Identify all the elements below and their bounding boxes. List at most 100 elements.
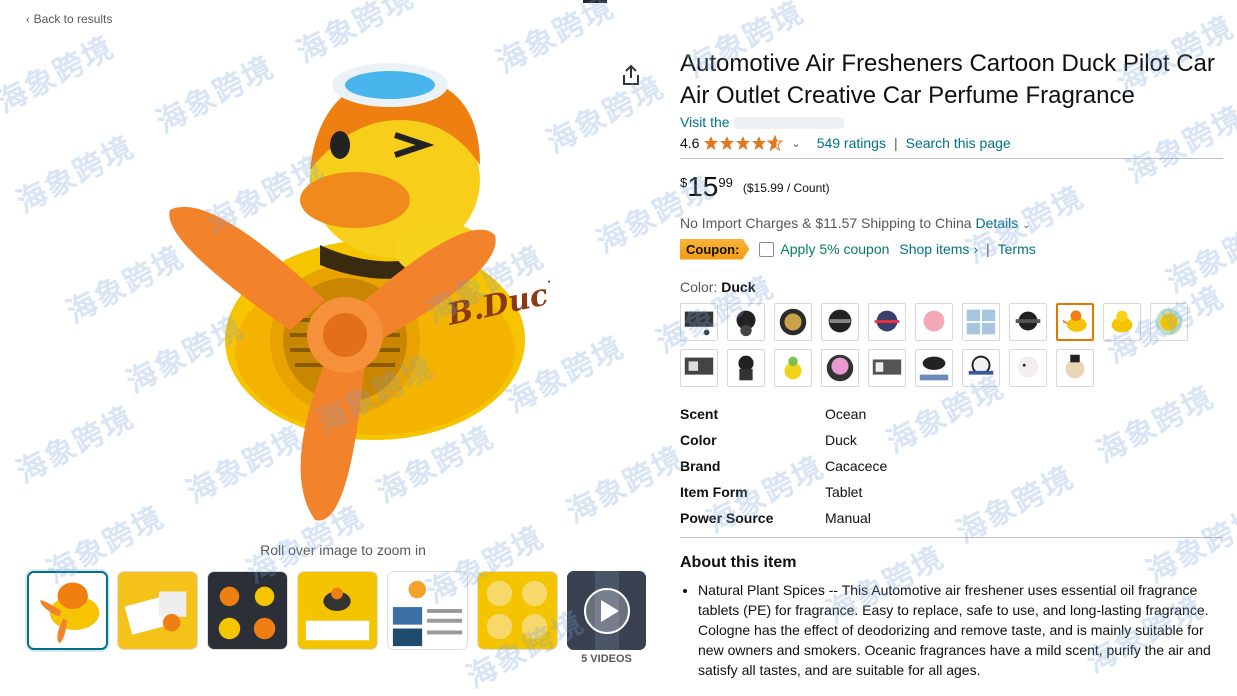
spec-key: Color [680, 432, 717, 448]
watermark: 海象跨境 [540, 69, 671, 161]
back-label: Back to results [33, 12, 113, 26]
swatch-option-selected[interactable] [1056, 303, 1094, 341]
unit-price: ($15.99 / Count) [742, 181, 830, 195]
thumbnail-strip: 5 VIDEOS [27, 571, 646, 665]
swatch-option[interactable] [774, 349, 812, 387]
spec-table: Scent Ocean Color Duck Brand Cacacece Item … [680, 401, 1223, 531]
shipping-text: No Import Charges & $11.57 Shipping to C… [680, 215, 972, 231]
thumbnail-6[interactable] [477, 571, 558, 650]
star-icon [736, 136, 751, 150]
watermark: 海象跨境 [560, 439, 691, 531]
price-fraction: 99 [718, 175, 733, 190]
swatch-option[interactable] [1009, 303, 1047, 341]
swatch-option[interactable] [868, 303, 906, 341]
swatch-option[interactable] [1103, 303, 1141, 341]
store-link[interactable]: Visit the [680, 114, 1223, 132]
play-icon [567, 571, 646, 650]
price-symbol: $ [680, 175, 688, 190]
watermark: 海象跨境 [10, 129, 141, 221]
store-prefix: Visit the [680, 114, 730, 130]
chevron-down-icon[interactable]: ⌄ [1022, 220, 1030, 231]
swatch-option[interactable] [1009, 349, 1047, 387]
spec-key: Item Form [680, 484, 748, 500]
shipping-info: No Import Charges & $11.57 Shipping to C… [680, 215, 1223, 231]
duck-pilot-image: B.Duck [169, 63, 572, 521]
star-icon [752, 136, 767, 150]
thumbnail-car-vents-icon [208, 572, 287, 649]
product-details: Automotive Air Fresheners Cartoon Duck P… [680, 48, 1223, 680]
thumbnail-3[interactable] [207, 571, 288, 650]
color-label: Color: Duck [680, 279, 1223, 295]
spec-value: Cacacece [825, 458, 888, 474]
spec-value: Manual [825, 510, 871, 526]
thumbnail-1[interactable] [27, 571, 108, 650]
spec-value: Ocean [825, 406, 867, 422]
store-name-redacted [733, 117, 844, 130]
thumbnail-4[interactable] [297, 571, 378, 650]
color-label-key: Color: [680, 279, 718, 295]
share-button[interactable] [620, 64, 642, 86]
coupon-checkbox[interactable] [759, 241, 775, 257]
thumbnail-scent-icon [388, 572, 467, 649]
spec-key: Brand [680, 458, 721, 474]
zoom-hint: Roll over image to zoom in [260, 542, 426, 558]
swatch-option[interactable] [774, 303, 812, 341]
swatch-option[interactable] [915, 303, 953, 341]
back-to-results-link[interactable]: ‹ Back to results [26, 12, 112, 26]
swatch-option[interactable] [680, 303, 718, 341]
swatch-option[interactable] [1056, 349, 1094, 387]
swatch-option[interactable] [727, 303, 765, 341]
spec-row: Power Source Manual [680, 505, 1223, 531]
swatch-option[interactable] [821, 349, 859, 387]
price-block: $ 15 99 ($15.99 / Count) [680, 173, 1223, 207]
chevron-down-icon[interactable]: ⌄ [791, 137, 800, 150]
swatch-option[interactable] [821, 303, 859, 341]
swatch-option[interactable] [962, 349, 1000, 387]
spec-row: Item Form Tablet [680, 479, 1223, 505]
shipping-details-link[interactable]: Details [975, 215, 1018, 231]
thumbnail-5[interactable] [387, 571, 468, 650]
search-this-page-link[interactable]: Search this page [906, 135, 1011, 151]
swatch-option[interactable] [727, 349, 765, 387]
star-icon [720, 136, 735, 150]
color-label-value: Duck [721, 279, 756, 295]
half-star-icon [767, 135, 784, 151]
star-rating[interactable] [703, 135, 784, 151]
terms-link[interactable]: Terms [998, 241, 1036, 257]
spec-row: Color Duck [680, 427, 1223, 453]
spec-row: Brand Cacacece [680, 453, 1223, 479]
thumbnail-packaging-icon [118, 572, 197, 649]
thumbnail-2[interactable] [117, 571, 198, 650]
separator: | [893, 135, 898, 151]
spec-key: Scent [680, 406, 719, 422]
divider [680, 537, 1223, 538]
star-icon [704, 136, 719, 150]
watermark: 海象跨境 [0, 29, 121, 121]
swatch-option[interactable] [962, 303, 1000, 341]
swatch-option[interactable] [868, 349, 906, 387]
chevron-left-icon: ‹ [26, 14, 30, 26]
rating-row: 4.6 ⌄ 549 ratings | Search this page [680, 132, 1223, 154]
about-heading: About this item [680, 554, 797, 571]
thumbnail-steps-icon [478, 572, 557, 649]
spec-value: Duck [825, 432, 857, 448]
product-title: Automotive Air Fresheners Cartoon Duck P… [680, 50, 1215, 109]
rating-value: 4.6 [680, 135, 700, 151]
shop-items-link[interactable]: Shop items › [899, 241, 978, 257]
thumbnail-install-icon [298, 572, 377, 649]
coupon-badge: Coupon: [680, 238, 750, 260]
video-thumbnail[interactable]: 5 VIDEOS [567, 571, 646, 665]
watermark: 海象跨境 [10, 399, 141, 491]
main-product-image[interactable]: B.Duck [150, 50, 572, 540]
top-bar-mark [583, 0, 607, 3]
coupon-row: Coupon: Apply 5% coupon Shop items › | T… [680, 237, 1223, 261]
divider [680, 158, 1223, 159]
price-whole: 15 [687, 171, 719, 202]
swatch-option[interactable] [915, 349, 953, 387]
video-count: 5 VIDEOS [581, 653, 632, 665]
swatch-option[interactable] [1150, 303, 1188, 341]
apply-coupon-label[interactable]: Apply 5% coupon [780, 241, 889, 257]
ratings-count-link[interactable]: 549 ratings [817, 135, 886, 151]
share-icon [623, 64, 639, 85]
swatch-option[interactable] [680, 349, 718, 387]
